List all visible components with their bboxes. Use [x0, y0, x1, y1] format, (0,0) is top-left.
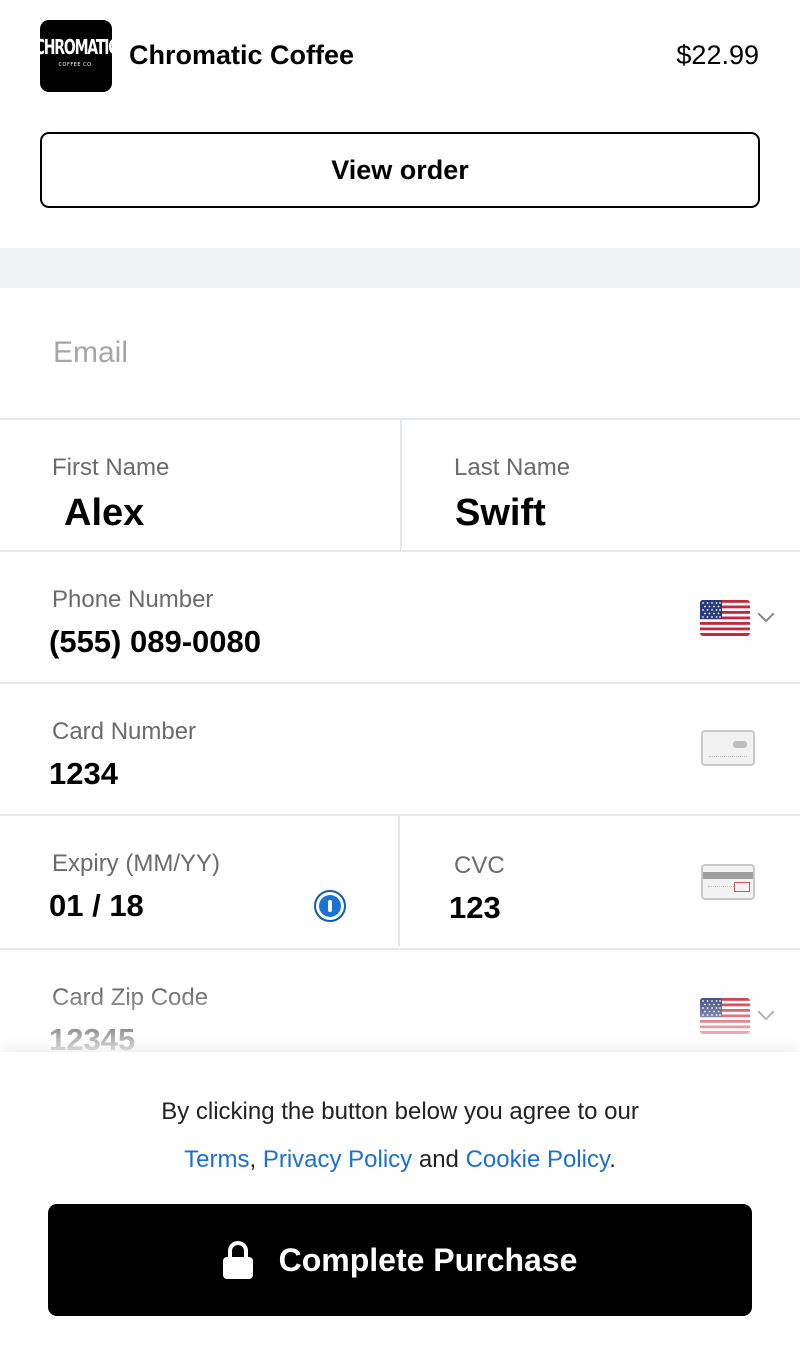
card-number-label: Card Number [52, 718, 197, 745]
view-order-button[interactable]: View order [40, 132, 760, 208]
agreement-line1: By clicking the button below you agree t… [161, 1098, 639, 1125]
agreement-text: By clicking the button below you agree t… [0, 1098, 800, 1126]
zip-label: Card Zip Code [52, 984, 209, 1011]
phone-value: (555) 089-0080 [49, 624, 261, 659]
expiry-label: Expiry (MM/YY) [52, 850, 220, 877]
first-name-label: First Name [52, 454, 170, 481]
card-back-icon [701, 864, 755, 900]
store-logo: CHROMATIC COFFEE CO. [35, 20, 118, 92]
order-total: $22.99 [676, 40, 759, 70]
last-name-field[interactable]: Last Name Swift [402, 420, 800, 552]
terms-link[interactable]: Terms [184, 1146, 249, 1173]
first-name-field[interactable]: First Name Alex [0, 420, 401, 552]
agreement-period: . [609, 1146, 616, 1173]
cookie-policy-link[interactable]: Cookie Policy [466, 1146, 610, 1173]
card-icon [701, 730, 755, 766]
complete-purchase-label: Complete Purchase [278, 1241, 578, 1278]
header: CHROMATIC COFFEE CO. Chromatic Coffee $2… [0, 0, 800, 112]
chevron-down-icon[interactable] [757, 1003, 775, 1021]
cvc-label: CVC [454, 852, 505, 879]
expiry-value: 01 / 18 [49, 888, 144, 923]
phone-field[interactable]: Phone Number (555) 089-0080 [0, 552, 800, 684]
expiry-field[interactable]: Expiry (MM/YY) 01 / 18 [0, 816, 399, 950]
last-name-label: Last Name [454, 454, 571, 481]
us-flag-icon[interactable] [700, 600, 750, 636]
chevron-down-icon[interactable] [757, 605, 775, 623]
card-number-field[interactable]: Card Number 1234 [0, 684, 800, 816]
us-flag-icon[interactable] [700, 998, 750, 1034]
email-placeholder: Email [53, 336, 129, 369]
card-number-value: 1234 [49, 756, 118, 791]
email-field[interactable]: Email [0, 288, 800, 420]
last-name-value: Swift [455, 492, 546, 534]
agreement-links: Terms, Privacy Policy and Cookie Policy. [0, 1146, 800, 1174]
password-manager-icon[interactable] [314, 890, 346, 922]
store-name: Chromatic Coffee [129, 40, 355, 70]
logo-text: CHROMATIC [34, 35, 119, 60]
lock-icon [222, 1241, 253, 1279]
agreement-and: and [418, 1146, 459, 1173]
section-divider [0, 248, 800, 288]
agreement-comma: , [249, 1146, 257, 1173]
logo-subtext: COFFEE CO. [58, 61, 94, 68]
phone-label: Phone Number [52, 586, 214, 613]
cvc-field[interactable]: CVC 123 [400, 816, 800, 950]
cvc-value: 123 [449, 890, 501, 925]
first-name-value: Alex [64, 492, 145, 534]
privacy-policy-link[interactable]: Privacy Policy [263, 1146, 412, 1173]
complete-purchase-button[interactable]: Complete Purchase [48, 1204, 752, 1316]
